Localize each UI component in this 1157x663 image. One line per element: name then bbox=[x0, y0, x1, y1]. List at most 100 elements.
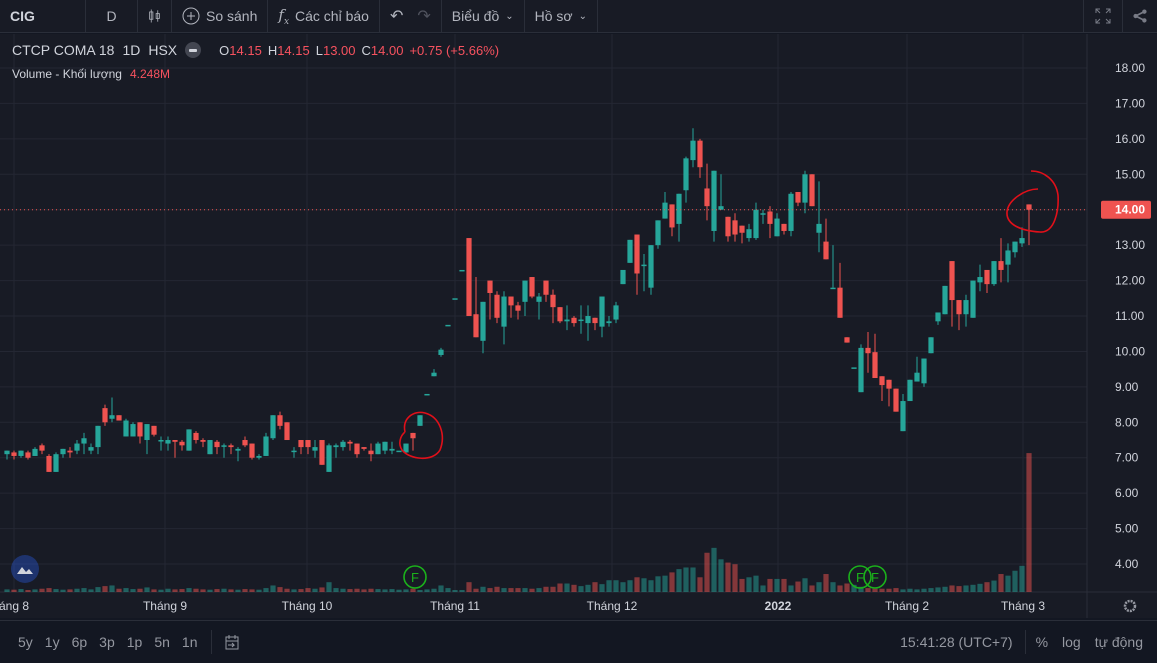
candle-body bbox=[690, 140, 696, 161]
volume-bar bbox=[963, 585, 969, 592]
volume-bar bbox=[690, 567, 696, 592]
candle-body bbox=[235, 448, 241, 451]
auto-scale-toggle[interactable]: tự động bbox=[1095, 634, 1157, 650]
candle-body bbox=[851, 367, 857, 369]
candle-body bbox=[977, 277, 983, 283]
candle-body bbox=[382, 441, 388, 451]
candle-body bbox=[634, 234, 640, 274]
volume-bar bbox=[116, 588, 122, 592]
event-marker-label: F bbox=[411, 570, 419, 585]
log-scale-toggle[interactable]: log bbox=[1062, 634, 1095, 650]
range-5n[interactable]: 5n bbox=[148, 634, 176, 650]
time-axis-label: Tháng 9 bbox=[143, 599, 187, 613]
last-price-label: 14.00 bbox=[1115, 203, 1145, 217]
range-6p[interactable]: 6p bbox=[66, 634, 94, 650]
volume-bar bbox=[382, 589, 388, 592]
candle-body bbox=[221, 445, 227, 447]
candle-body bbox=[921, 358, 927, 384]
candle-body bbox=[410, 432, 416, 439]
volume-bar bbox=[74, 588, 80, 592]
range-1n[interactable]: 1n bbox=[176, 634, 204, 650]
volume-bar bbox=[186, 588, 192, 592]
candle-body bbox=[389, 448, 395, 451]
legend-exchange: HSX bbox=[148, 42, 178, 58]
annotation-circle bbox=[1006, 170, 1059, 233]
price-axis-label: 9.00 bbox=[1115, 380, 1139, 394]
candle-body bbox=[949, 261, 955, 301]
volume-bar bbox=[648, 580, 654, 592]
volume-bar bbox=[907, 588, 913, 592]
candle-body bbox=[39, 445, 45, 451]
price-axis-label: 10.00 bbox=[1115, 344, 1145, 358]
time-axis-label: Tháng 10 bbox=[282, 599, 333, 613]
candle-body bbox=[802, 174, 808, 203]
volume-bar bbox=[361, 589, 367, 592]
candle-body bbox=[319, 440, 325, 465]
volume-legend: Volume - Khối lượng 4.248M bbox=[12, 67, 170, 81]
volume-bar bbox=[445, 588, 451, 592]
percent-scale-toggle[interactable]: % bbox=[1036, 634, 1062, 650]
chart-logo-icon[interactable] bbox=[11, 555, 39, 583]
price-chart[interactable]: 18.00 17.00 16.00 15.00 14.00 13.00 12.00 11.00… bbox=[0, 0, 1157, 620]
volume-bar bbox=[487, 588, 493, 592]
range-1y[interactable]: 1y bbox=[39, 634, 66, 650]
time-axis-label: 2022 bbox=[765, 599, 792, 613]
range-1p[interactable]: 1p bbox=[121, 634, 149, 650]
low-label: L bbox=[315, 42, 323, 58]
candle-body bbox=[718, 206, 724, 210]
clock-timezone[interactable]: 15:41:28 (UTC+7) bbox=[900, 634, 1024, 650]
candle-body bbox=[928, 337, 934, 354]
candle-body bbox=[606, 321, 612, 324]
volume-bar bbox=[830, 582, 836, 592]
hide-series-icon[interactable] bbox=[185, 42, 202, 58]
volume-bar bbox=[11, 589, 17, 592]
volume-bar bbox=[879, 588, 885, 592]
candle-body bbox=[445, 324, 451, 327]
candle-body bbox=[935, 312, 941, 322]
volume-bar bbox=[319, 587, 325, 592]
candle-body bbox=[627, 239, 633, 263]
volume-bar bbox=[991, 580, 997, 592]
candle-body bbox=[263, 436, 269, 456]
candle-body bbox=[781, 223, 787, 231]
time-axis-label: Tháng 12 bbox=[587, 599, 638, 613]
candle-body bbox=[676, 193, 682, 224]
candle-body bbox=[466, 238, 472, 317]
volume-bar bbox=[956, 586, 962, 592]
volume-bar bbox=[81, 588, 87, 592]
candle-body bbox=[669, 204, 675, 228]
candle-body bbox=[305, 440, 311, 448]
settings-icon[interactable] bbox=[1123, 599, 1137, 613]
candle-body bbox=[193, 432, 199, 441]
candle-body bbox=[417, 415, 423, 426]
volume-bar bbox=[970, 584, 976, 592]
candle-body bbox=[774, 218, 780, 237]
range-5y[interactable]: 5y bbox=[12, 634, 39, 650]
candle-body bbox=[11, 452, 17, 456]
candle-body bbox=[522, 280, 528, 302]
goto-date-button[interactable] bbox=[211, 630, 240, 654]
candle-body bbox=[508, 296, 514, 306]
candle-body bbox=[424, 393, 430, 396]
volume-bar bbox=[396, 589, 402, 592]
volume-bar bbox=[662, 575, 668, 592]
volume-bar bbox=[18, 589, 24, 592]
candle-body bbox=[872, 352, 878, 379]
volume-bar bbox=[718, 559, 724, 592]
candle-body bbox=[60, 448, 66, 455]
candle-body bbox=[557, 307, 563, 322]
volume-bar bbox=[60, 589, 66, 592]
candle-body bbox=[578, 319, 584, 322]
open-value: 14.15 bbox=[229, 42, 262, 58]
range-3p[interactable]: 3p bbox=[93, 634, 121, 650]
candle-body bbox=[494, 294, 500, 318]
volume-label: Volume - Khối lượng bbox=[12, 67, 122, 81]
candle-body bbox=[998, 261, 1004, 270]
candle-body bbox=[1026, 204, 1032, 210]
candle-body bbox=[641, 264, 647, 267]
price-axis-label: 11.00 bbox=[1115, 309, 1144, 323]
price-axis-label: 6.00 bbox=[1115, 486, 1139, 500]
candle-body bbox=[207, 440, 213, 455]
candle-body bbox=[550, 294, 556, 308]
candle-body bbox=[711, 170, 717, 231]
